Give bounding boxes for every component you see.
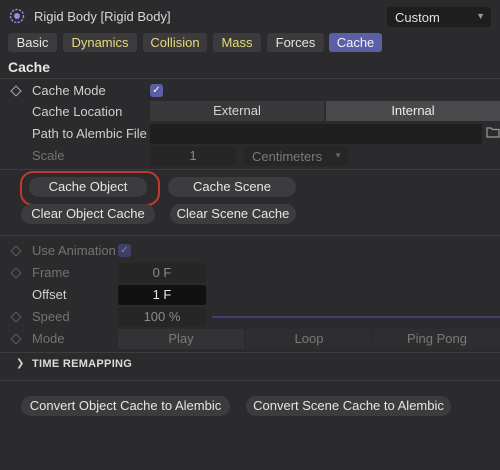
keyframe-diamond-icon[interactable] [10,85,22,97]
mode-loop[interactable]: Loop [246,329,372,349]
tab-cache[interactable]: Cache [329,33,382,52]
mode-play[interactable]: Play [118,329,244,349]
clear-object-cache-button[interactable]: Clear Object Cache [21,204,155,224]
keyframe-diamond-icon[interactable] [10,245,22,257]
keyframe-diamond-icon[interactable] [10,333,22,345]
speed-label: Speed [32,309,70,324]
mode-label: Mode [32,331,65,346]
cache-object-button[interactable]: Cache Object [29,177,147,197]
cache-scene-button[interactable]: Cache Scene [168,177,296,197]
chevron-down-icon: ▼ [334,151,342,160]
tab-basic[interactable]: Basic [8,33,57,52]
tab-collision[interactable]: Collision [143,33,207,52]
scale-label: Scale [32,148,65,163]
keyframe-diamond-icon[interactable] [10,267,22,279]
divider [0,78,500,79]
cache-mode-checkbox[interactable]: ✓ [150,84,163,97]
chevron-right-icon: ❯ [16,358,25,369]
preset-dropdown[interactable]: Custom ▼ [387,7,491,27]
gear-atom-icon [9,8,25,24]
tab-forces[interactable]: Forces [267,33,324,52]
chevron-down-icon: ▼ [476,11,485,21]
location-internal[interactable]: Internal [326,101,500,121]
time-remapping-label: TIME REMAPPING [32,358,133,370]
scale-unit-label: Centimeters [252,149,323,164]
divider [0,235,500,236]
keyframe-diamond-icon[interactable] [10,311,22,323]
use-animation-label: Use Animation [32,243,116,258]
clear-scene-cache-button[interactable]: Clear Scene Cache [170,204,296,224]
convert-scene-cache-button[interactable]: Convert Scene Cache to Alembic [246,396,451,416]
section-title: Cache [8,59,51,75]
frame-label: Frame [32,265,70,280]
object-title: Rigid Body [Rigid Body] [34,9,171,24]
time-remapping-toggle[interactable]: ❯ TIME REMAPPING [8,356,208,374]
location-external[interactable]: External [150,101,324,121]
mode-ping-pong[interactable]: Ping Pong [374,329,500,349]
alembic-path-input[interactable] [150,124,482,144]
frame-input[interactable]: 0 F [118,263,206,283]
offset-label: Offset [32,287,67,302]
alembic-path-label: Path to Alembic File [32,126,147,141]
speed-slider[interactable] [212,316,500,318]
divider [0,352,500,353]
convert-object-cache-button[interactable]: Convert Object Cache to Alembic [21,396,230,416]
scale-input[interactable]: 1 [150,146,236,166]
cache-mode-label: Cache Mode [32,83,106,98]
scale-unit-dropdown[interactable]: Centimeters ▼ [244,146,348,166]
folder-icon[interactable] [486,126,500,138]
preset-label: Custom [395,10,440,25]
speed-input[interactable]: 100 % [118,307,206,327]
offset-input[interactable]: 1 F [118,285,206,305]
tab-mass[interactable]: Mass [213,33,261,52]
divider [0,169,500,170]
divider [0,380,500,381]
cache-location-label: Cache Location [32,104,123,119]
tab-dynamics[interactable]: Dynamics [63,33,137,52]
use-animation-checkbox[interactable]: ✓ [118,244,131,257]
